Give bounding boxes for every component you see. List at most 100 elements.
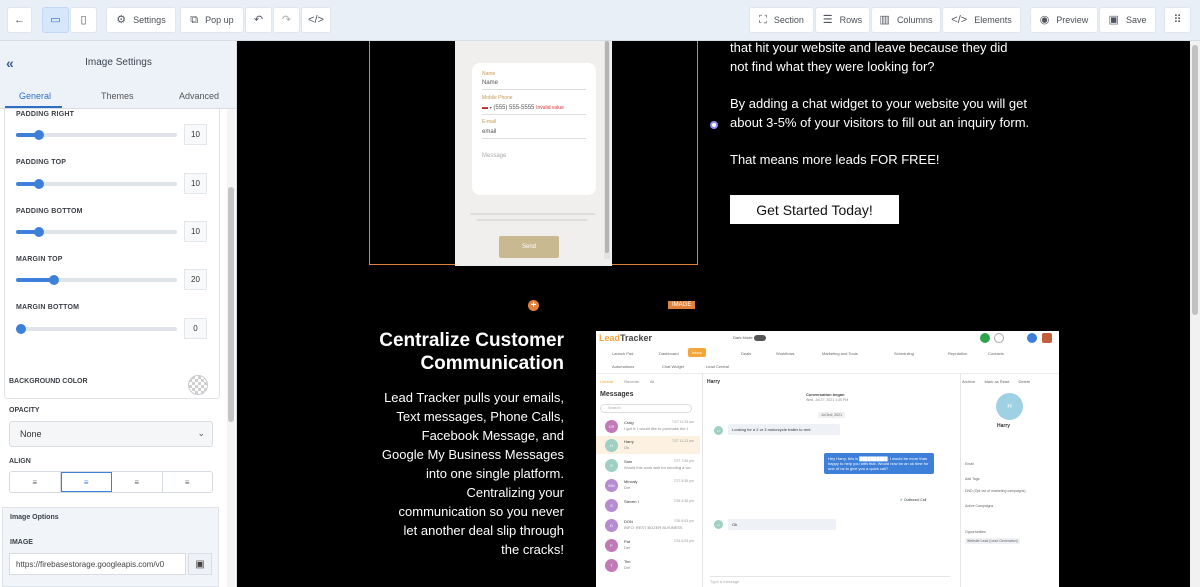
tab-advanced[interactable]: Advanced — [179, 91, 219, 101]
redo-button[interactable]: ↷ — [273, 7, 300, 33]
active-campaigns-label: Active Campaigns — [965, 504, 994, 508]
code-button[interactable]: </> — [301, 7, 331, 33]
filter-tab: Unread — [600, 379, 614, 384]
nav-item: Chat Widget — [662, 364, 685, 369]
column-handle-dot[interactable] — [710, 121, 718, 129]
logo-tracker: Tracker — [620, 333, 653, 343]
desktop-icon: ▭ — [50, 13, 61, 26]
desktop-view-button[interactable]: ▭ — [42, 7, 69, 33]
image-picker-button[interactable]: ▣ — [188, 553, 212, 575]
phone-form-image[interactable]: Name Name Mobile Phone ▬ ▾ (555) 555-555… — [455, 41, 612, 266]
contact-avatar: H — [996, 393, 1023, 420]
dnd-label: DND (Opt out of marketing campaigns) — [965, 489, 1026, 493]
columns-label: Columns — [896, 15, 933, 25]
conv-name: Mincaly — [624, 479, 638, 484]
margin-bottom-value[interactable]: 0 — [184, 318, 207, 339]
tab-themes[interactable]: Themes — [101, 91, 134, 101]
conv-name: DON — [624, 519, 633, 524]
image-url-input[interactable]: https://firebasestorage.googleapis.com/v… — [9, 553, 186, 575]
nav-item: Deals — [741, 351, 752, 356]
conv-name: Tim — [624, 559, 631, 564]
margin-bottom-slider[interactable] — [16, 324, 177, 334]
form-email-value: email — [482, 129, 497, 135]
margin-top-value[interactable]: 20 — [184, 269, 207, 290]
padding-right-slider[interactable] — [16, 130, 177, 140]
margin-top-slider[interactable] — [16, 275, 177, 285]
conversation-item: MN Mincaly Def 7/27 8:35 pm — [596, 476, 700, 494]
conv-snippet: Would this work well for sending a wo — [624, 465, 691, 470]
chat-widget-text-line2: about 3-5% of your visitors to fill out … — [730, 115, 1030, 130]
tab-general[interactable]: General — [19, 91, 51, 101]
form-send-button[interactable]: Send — [499, 236, 559, 258]
dark-mode-toggle — [754, 335, 766, 341]
panel-scrollbar-thumb[interactable] — [228, 187, 234, 422]
align-right-button[interactable]: ≡ — [112, 472, 163, 492]
add-element-button[interactable]: + — [528, 300, 539, 311]
opacity-select[interactable]: None ⌄ — [9, 421, 213, 447]
mobile-view-button[interactable]: ▯ — [70, 7, 97, 33]
app-topbar: LeadTracker Dark Mode — [596, 331, 1059, 346]
rows-label: Rows — [839, 15, 863, 25]
image-label: IMAGE — [10, 539, 33, 546]
conversation-item: D DON INFO: REST BOZER BUSINESS 7/26 8:53 p… — [596, 516, 700, 534]
rows-button[interactable]: ☰ Rows — [815, 7, 870, 33]
conv-time: 7/26 9:38 pm — [673, 499, 694, 503]
app-logo: LeadTracker — [599, 333, 652, 343]
padding-top-value[interactable]: 10 — [184, 173, 207, 194]
spacing-section — [4, 109, 220, 399]
align-center-button[interactable]: ≡ — [60, 472, 112, 492]
window-scrollbar-thumb[interactable] — [1192, 45, 1198, 315]
columns-button[interactable]: ▥ Columns — [871, 7, 941, 33]
phone-number: (555) 555-5555 — [493, 105, 535, 111]
nav-item: Contacts — [988, 351, 1004, 356]
back-button[interactable]: ← — [7, 7, 32, 33]
conversation-filter-tabs: Unread Recents All — [600, 379, 700, 387]
phone-scrollbar-thumb — [605, 41, 609, 253]
opportunities-label: Opportunities — [965, 530, 986, 534]
form-name-value: Name — [482, 80, 499, 86]
leadtracker-screenshot[interactable]: LeadTracker Dark Mode Launch Pad Dashboa… — [596, 331, 1059, 587]
conv-name: Harry — [624, 439, 634, 444]
intro-text-line1: that hit your website and leave because … — [730, 41, 1008, 55]
conv-snippet: Def — [624, 565, 631, 570]
color-picker-swatch[interactable] — [188, 375, 208, 395]
panel-scrollbar[interactable] — [227, 109, 235, 587]
settings-button[interactable]: ⚙ Settings — [106, 7, 176, 33]
get-started-button[interactable]: Get Started Today! — [730, 195, 899, 224]
nav-item: Automations — [612, 364, 635, 369]
flag-icon: ▬ — [482, 105, 488, 111]
preview-button[interactable]: ◉ Preview — [1030, 7, 1098, 33]
conv-time: 7/27 11:25 am — [671, 420, 694, 424]
save-button[interactable]: ▣ Save — [1099, 7, 1156, 33]
elements-label: Elements — [974, 15, 1012, 25]
conv-snippet: Def — [624, 545, 631, 550]
chat-header-name: Harry — [707, 379, 721, 385]
conv-snippet: INFO: REST BOZER BUSINESS — [624, 525, 683, 530]
align-left-button[interactable]: ≡ — [10, 472, 61, 492]
window-scrollbar[interactable] — [1190, 41, 1200, 587]
form-email-label: E-mail — [482, 119, 497, 125]
padding-right-value[interactable]: 10 — [184, 124, 207, 145]
padding-bottom-value[interactable]: 10 — [184, 221, 207, 242]
section-button[interactable]: ⛶ Section — [749, 7, 814, 33]
opportunity-tag: Website Lead (Lead Generation) — [965, 538, 1020, 544]
conv-snippet: Ok — [624, 445, 630, 450]
conversation-item: S Sam Would this work well for sending a w… — [596, 456, 700, 474]
margin-top-label: MARGIN TOP — [16, 256, 63, 263]
conversation-item: H Harry Ok 7/27 11:23 am — [596, 436, 700, 454]
align-justify-button[interactable]: ≡ — [163, 472, 213, 492]
settings-label: Settings — [133, 15, 166, 25]
code-icon: </> — [308, 13, 324, 26]
popup-button[interactable]: ⧉ Pop up — [180, 7, 244, 33]
padding-bottom-slider[interactable] — [16, 227, 177, 237]
undo-button[interactable]: ↶ — [245, 7, 272, 33]
elements-button[interactable]: </> Elements — [942, 7, 1021, 33]
chat-actions: Archive Mark as Read Delete — [962, 379, 1030, 384]
save-icon: ▣ — [1108, 13, 1119, 26]
padding-top-slider[interactable] — [16, 179, 177, 189]
slider-handle[interactable] — [16, 324, 26, 334]
apps-button[interactable]: ⠿ — [1164, 7, 1191, 33]
opacity-label: OPACITY — [9, 407, 40, 414]
image-icon: ▣ — [195, 558, 205, 570]
form-card: Name Name Mobile Phone ▬ ▾ (555) 555-555… — [472, 63, 596, 195]
